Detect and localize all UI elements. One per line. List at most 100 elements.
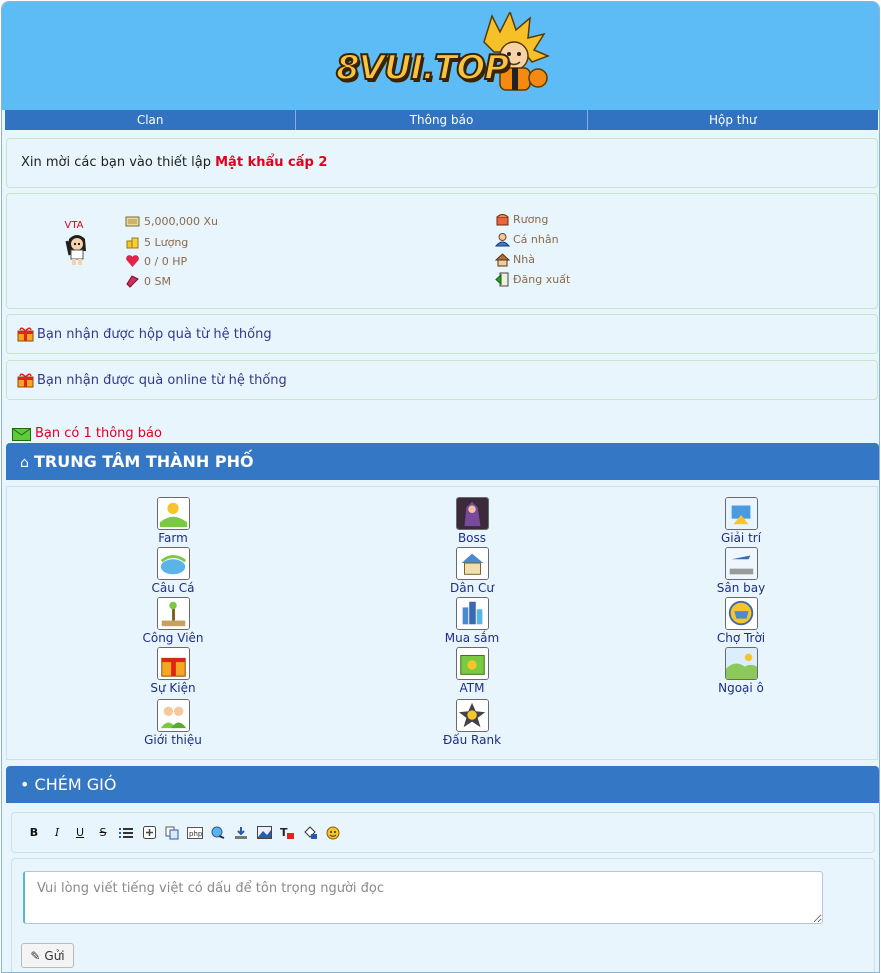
tile-fishing[interactable]: Câu Cá bbox=[113, 547, 233, 595]
tile-atm-label: ATM bbox=[459, 681, 485, 695]
tile-shopping-label: Mua sắm bbox=[444, 631, 500, 645]
link-profile-label: Cá nhân bbox=[513, 233, 559, 246]
coin-icon bbox=[125, 216, 140, 227]
download-icon[interactable] bbox=[233, 825, 249, 841]
tile-event-label: Sự Kiện bbox=[150, 681, 196, 695]
emoji-icon[interactable] bbox=[325, 825, 341, 841]
avatar[interactable]: VTA bbox=[57, 220, 97, 270]
chat-input[interactable] bbox=[23, 871, 823, 924]
gift-notice-system-text: Bạn nhận được hộp quà từ hệ thống bbox=[37, 326, 272, 342]
farm-icon bbox=[156, 497, 190, 530]
svg-text:php: php bbox=[189, 830, 203, 838]
bullet-icon: • bbox=[20, 775, 30, 794]
suburb-icon bbox=[724, 647, 758, 680]
link-chest-label: Rương bbox=[513, 213, 549, 226]
bold-button[interactable]: B bbox=[26, 825, 42, 841]
home-icon: ⌂ bbox=[20, 455, 29, 471]
park-icon bbox=[156, 597, 190, 630]
fishing-icon bbox=[156, 547, 190, 580]
link-house[interactable]: Nhà bbox=[495, 252, 535, 267]
copy-icon[interactable] bbox=[164, 825, 180, 841]
heart-icon bbox=[126, 255, 139, 267]
gift-notice-online-text: Bạn nhận được quà online từ hệ thống bbox=[37, 372, 287, 388]
chat-title: CHÉM GIÓ bbox=[34, 775, 117, 794]
fill-color-icon[interactable] bbox=[302, 825, 318, 841]
pencil-icon: ✎ bbox=[30, 948, 41, 963]
link-profile[interactable]: Cá nhân bbox=[495, 232, 559, 247]
tile-entertainment-label: Giải trí bbox=[720, 531, 762, 545]
atm-icon bbox=[455, 647, 489, 680]
tile-entertainment[interactable]: Giải trí bbox=[681, 497, 801, 545]
logout-icon bbox=[495, 272, 509, 287]
referral-icon bbox=[156, 699, 190, 732]
gift-notice-online[interactable]: Bạn nhận được quà online từ hệ thống bbox=[6, 360, 878, 400]
tile-park-label: Công Viên bbox=[142, 631, 204, 645]
gift-icon bbox=[17, 373, 34, 388]
stat-sm: 0 SM bbox=[125, 274, 171, 288]
strikethrough-button[interactable]: S bbox=[95, 825, 111, 841]
tile-atm[interactable]: ATM bbox=[412, 647, 532, 695]
link-logout-label: Đăng xuất bbox=[513, 273, 571, 286]
tile-farm-label: Farm bbox=[158, 531, 188, 545]
tile-referral-label: Giới thiệu bbox=[144, 733, 202, 747]
tile-airport[interactable]: Sân bay bbox=[681, 547, 801, 595]
italic-button[interactable]: I bbox=[49, 825, 65, 841]
site-logo[interactable]: 8VUI.TOP bbox=[334, 12, 554, 102]
link-house-label: Nhà bbox=[513, 253, 535, 266]
chest-icon bbox=[496, 214, 509, 226]
tile-boss-label: Boss bbox=[457, 531, 487, 545]
tile-market[interactable]: Chợ Trời bbox=[681, 597, 801, 645]
tile-fishing-label: Câu Cá bbox=[151, 581, 195, 595]
house-icon bbox=[495, 253, 510, 267]
tile-market-label: Chợ Trời bbox=[716, 631, 766, 645]
expand-icon[interactable] bbox=[141, 825, 157, 841]
header: 8VUI.TOP bbox=[2, 2, 879, 110]
tile-referral[interactable]: Giới thiệu bbox=[113, 699, 233, 747]
envelope-icon bbox=[12, 428, 31, 441]
menu-item-notifications[interactable]: Thông báo bbox=[295, 110, 586, 130]
stat-luong: 5 Lượng bbox=[125, 235, 188, 249]
text-color-icon[interactable]: T bbox=[279, 825, 295, 841]
image-icon[interactable] bbox=[256, 825, 272, 841]
underline-button[interactable]: U bbox=[72, 825, 88, 841]
logo-text: 8VUI.TOP bbox=[335, 47, 510, 89]
page-frame: 8VUI.TOP Clan Thông báo Hộp thư Xin mời … bbox=[1, 1, 880, 973]
mail-notification[interactable]: Bạn có 1 thông báo bbox=[12, 425, 162, 441]
power-icon bbox=[126, 275, 139, 288]
send-button[interactable]: ✎ Gửi bbox=[21, 943, 74, 968]
tile-shopping[interactable]: Mua sắm bbox=[412, 597, 532, 645]
boss-icon bbox=[455, 497, 489, 530]
chat-header: • CHÉM GIÓ bbox=[6, 766, 879, 803]
tile-rank-label: Đấu Rank bbox=[442, 733, 502, 747]
user-icon bbox=[495, 233, 510, 247]
stat-xu-text: 5,000,000 Xu bbox=[144, 214, 218, 228]
gold-icon bbox=[126, 237, 139, 249]
link-logout[interactable]: Đăng xuất bbox=[495, 272, 570, 287]
avatar-icon bbox=[65, 235, 86, 265]
city-center-header: ⌂ TRUNG TÂM THÀNH PHỐ bbox=[6, 443, 879, 480]
list-icon[interactable] bbox=[118, 825, 134, 841]
residential-icon bbox=[455, 547, 489, 580]
event-icon bbox=[156, 647, 190, 680]
link-icon[interactable] bbox=[210, 825, 226, 841]
gift-notice-system[interactable]: Bạn nhận được hộp quà từ hệ thống bbox=[6, 314, 878, 354]
menu-item-clan[interactable]: Clan bbox=[5, 110, 295, 130]
tile-event[interactable]: Sự Kiện bbox=[113, 647, 233, 695]
tile-farm[interactable]: Farm bbox=[113, 497, 233, 545]
level2-password-link[interactable]: Mật khẩu cấp 2 bbox=[215, 155, 327, 170]
tile-suburb[interactable]: Ngoại ô bbox=[681, 647, 801, 695]
notice-text: Xin mời các bạn vào thiết lập bbox=[21, 155, 216, 170]
profile-panel: VTA 5,000,000 Xu 5 Lượng 0 / 0 HP 0 SM R… bbox=[6, 193, 878, 309]
stat-sm-text: 0 SM bbox=[144, 274, 171, 288]
link-chest[interactable]: Rương bbox=[495, 212, 548, 227]
tile-boss[interactable]: Boss bbox=[412, 497, 532, 545]
tile-rank[interactable]: Đấu Rank bbox=[412, 699, 532, 747]
entertainment-icon bbox=[724, 497, 758, 530]
menu-item-inbox[interactable]: Hộp thư bbox=[586, 110, 878, 130]
tile-park[interactable]: Công Viên bbox=[113, 597, 233, 645]
php-code-icon[interactable]: php bbox=[187, 825, 203, 841]
gift-icon bbox=[17, 327, 34, 342]
airport-icon bbox=[724, 547, 758, 580]
stat-luong-text: 5 Lượng bbox=[144, 235, 189, 249]
tile-residential[interactable]: Dân Cư bbox=[412, 547, 532, 595]
